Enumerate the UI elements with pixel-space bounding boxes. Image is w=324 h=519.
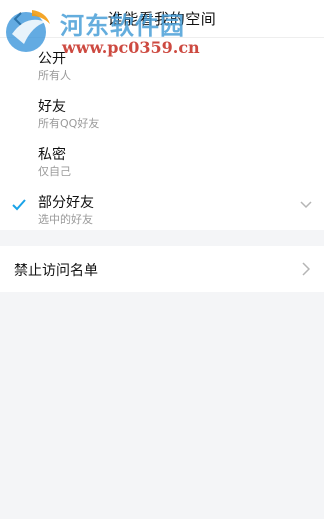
option-title: 公开 <box>38 51 66 67</box>
option-title: 好友 <box>38 99 66 115</box>
visibility-options-list: 公开 所有人 好友 所有QQ好友 私密 仅自己 部分好友 选中的好友 <box>0 38 324 230</box>
back-button[interactable] <box>8 9 28 29</box>
option-subtitle: 选中的好友 <box>38 213 93 226</box>
chevron-left-icon <box>13 12 22 26</box>
page-title: 谁能看我的空间 <box>107 10 217 28</box>
option-subtitle: 所有人 <box>38 69 71 82</box>
option-subtitle: 所有QQ好友 <box>38 117 100 130</box>
option-title: 部分好友 <box>38 195 94 211</box>
option-friends[interactable]: 好友 所有QQ好友 <box>0 86 324 134</box>
option-public[interactable]: 公开 所有人 <box>0 38 324 86</box>
option-some-friends[interactable]: 部分好友 选中的好友 <box>0 182 324 230</box>
option-title: 私密 <box>38 147 66 163</box>
option-subtitle: 仅自己 <box>38 165 71 178</box>
check-icon <box>12 199 26 211</box>
option-private[interactable]: 私密 仅自己 <box>0 134 324 182</box>
chevron-right-icon <box>302 262 310 276</box>
qzone-visibility-page: 谁能看我的空间 公开 所有人 好友 所有QQ好友 私密 仅自己 部分好友 选中的… <box>0 0 324 519</box>
chevron-down-icon[interactable] <box>300 200 312 210</box>
blocklist-row[interactable]: 禁止访问名单 <box>0 246 324 292</box>
blocklist-label: 禁止访问名单 <box>14 263 98 279</box>
nav-bar: 谁能看我的空间 <box>0 0 324 38</box>
